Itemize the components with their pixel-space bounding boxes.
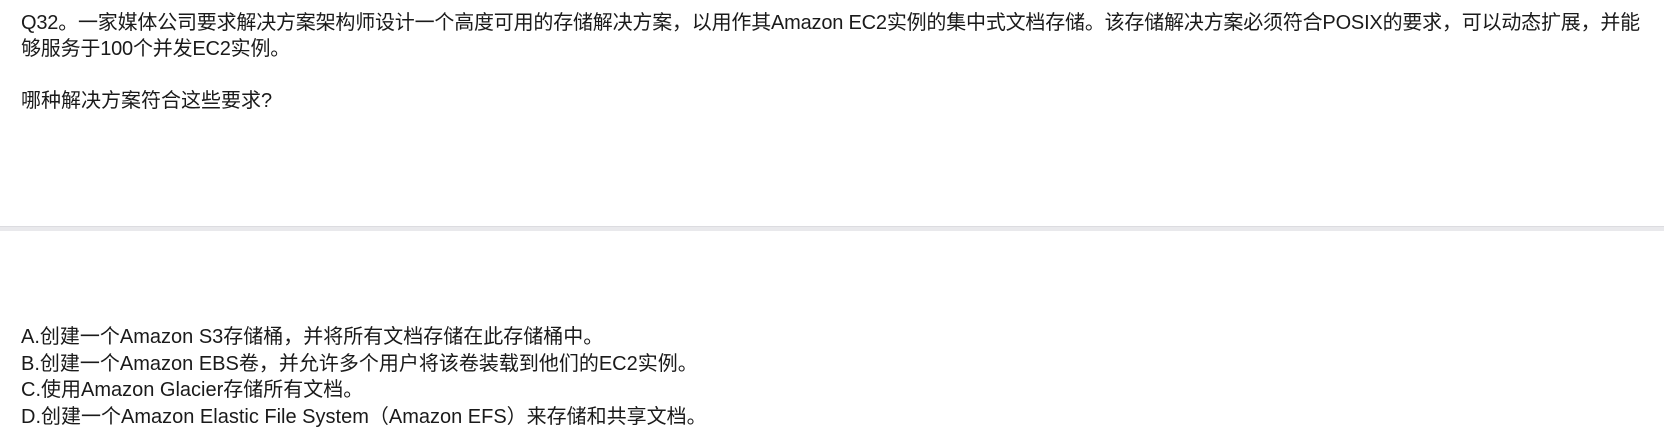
option-b[interactable]: B.创建一个Amazon EBS卷，并允许多个用户将该卷装载到他们的EC2实例。 — [21, 351, 707, 378]
option-c[interactable]: C.使用Amazon Glacier存储所有文档。 — [21, 377, 707, 404]
question-panel: Q32。一家媒体公司要求解决方案架构师设计一个高度可用的存储解决方案，以用作其A… — [0, 0, 1664, 226]
options-list: A.创建一个Amazon S3存储桶，并将所有文档存储在此存储桶中。 B.创建一… — [21, 324, 707, 430]
question-prompt: 哪种解决方案符合这些要求? — [21, 90, 273, 112]
option-a[interactable]: A.创建一个Amazon S3存储桶，并将所有文档存储在此存储桶中。 — [21, 324, 707, 351]
options-panel: A.创建一个Amazon S3存储桶，并将所有文档存储在此存储桶中。 B.创建一… — [0, 231, 1664, 435]
option-d[interactable]: D.创建一个Amazon Elastic File System（Amazon … — [21, 404, 707, 431]
question-text: Q32。一家媒体公司要求解决方案架构师设计一个高度可用的存储解决方案，以用作其A… — [21, 12, 1640, 60]
